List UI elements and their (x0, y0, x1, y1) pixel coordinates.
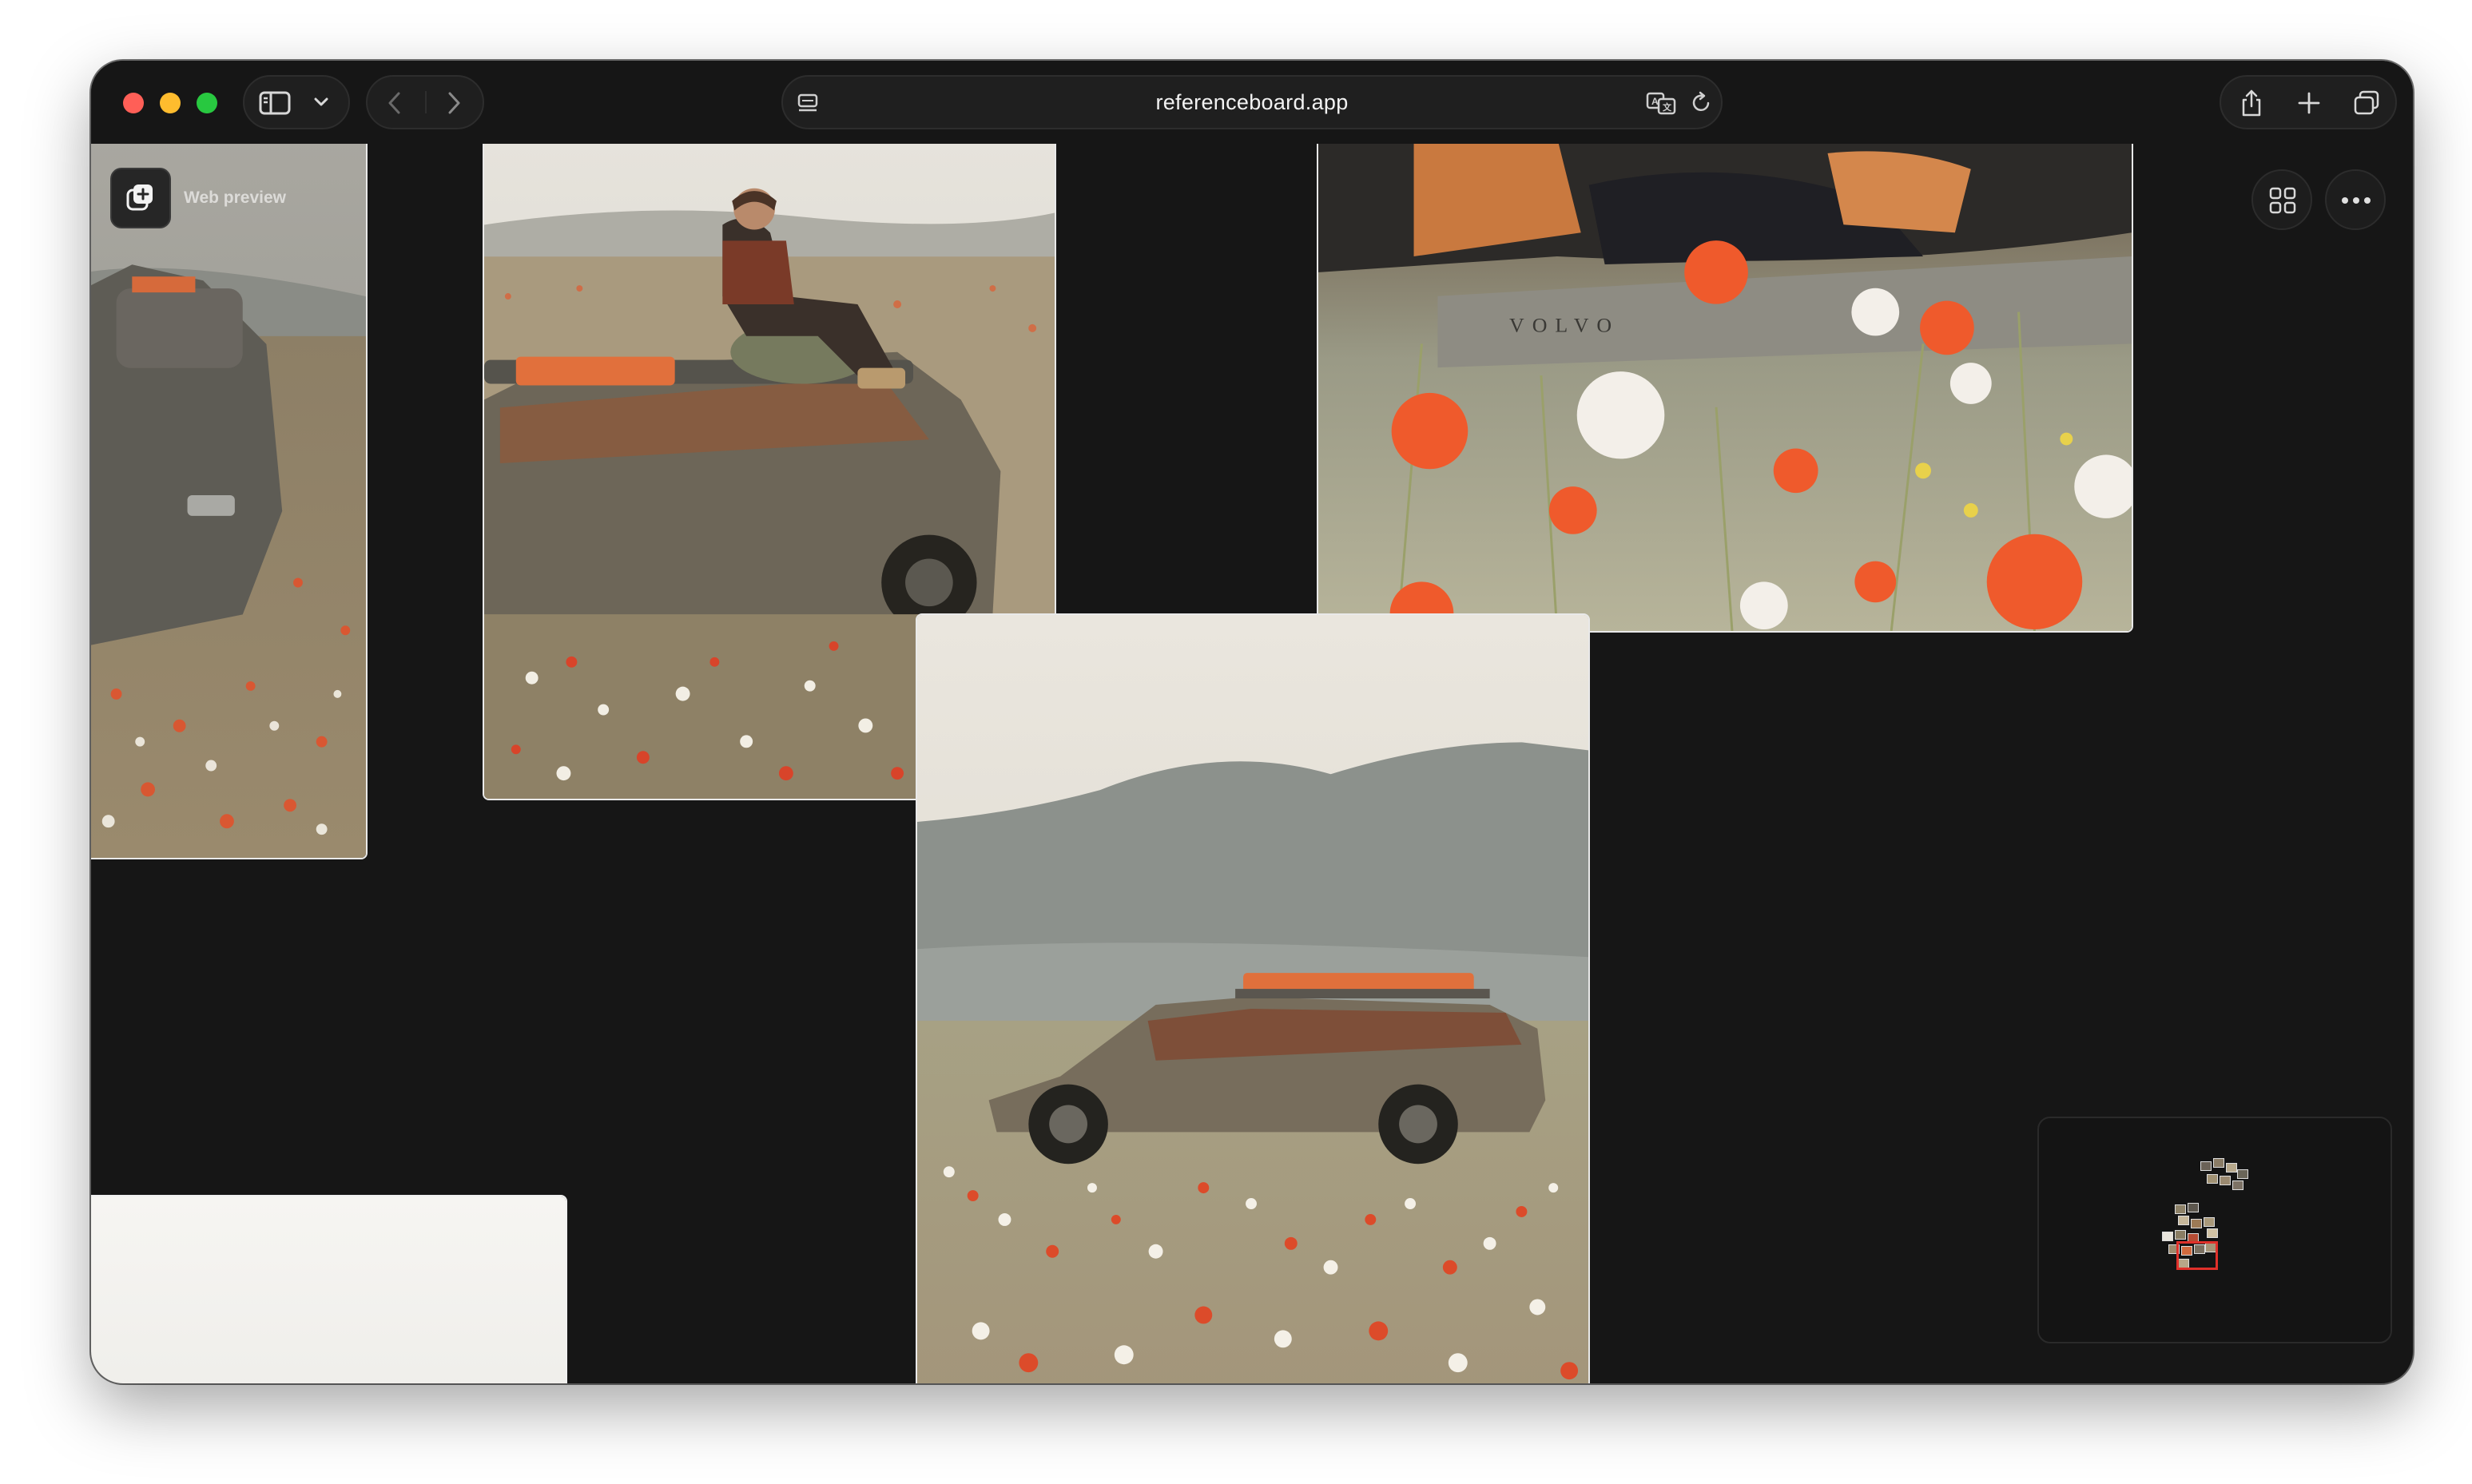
chevron-right-icon[interactable] (444, 91, 463, 115)
url-text: referenceboard.app (1155, 90, 1349, 114)
board-image-5[interactable] (91, 1195, 567, 1383)
board-image-3[interactable]: VOLVO (1317, 144, 2133, 633)
more-options-button[interactable] (2325, 169, 2386, 230)
minimap[interactable] (2037, 1117, 2392, 1343)
web-preview-badge[interactable]: Web preview (110, 168, 286, 228)
svg-text:A: A (1651, 96, 1659, 107)
board-image-1[interactable] (91, 144, 368, 859)
minimap-viewport[interactable] (2176, 1241, 2218, 1270)
reload-icon[interactable] (1691, 91, 1713, 115)
plus-icon[interactable] (2296, 90, 2322, 116)
translate-icon[interactable]: A 文 (1646, 91, 1676, 115)
board-image-4[interactable] (916, 613, 1590, 1383)
svg-text:VOLVO: VOLVO (1509, 313, 1620, 336)
tab-overview-icon[interactable] (2352, 89, 2381, 117)
minimize-window-button[interactable] (160, 93, 181, 113)
close-window-button[interactable] (123, 93, 144, 113)
minimap-icon (2159, 1158, 2271, 1294)
grid-view-button[interactable] (2251, 169, 2312, 230)
grid-icon (2269, 187, 2296, 214)
chevron-left-icon[interactable] (385, 91, 404, 115)
toolbar: referenceboard.app A 文 (91, 61, 2413, 144)
board-canvas[interactable]: VOLVO Web preview (91, 144, 2413, 1383)
window-actions-group (2220, 75, 2397, 129)
share-icon[interactable] (2239, 88, 2264, 118)
zoom-window-button[interactable] (197, 93, 217, 113)
navigation-group (366, 75, 484, 129)
sidebar-icon[interactable] (259, 91, 291, 115)
svg-text:文: 文 (1663, 101, 1672, 113)
sidebar-toggle-group (243, 75, 350, 129)
web-preview-icon[interactable] (110, 168, 171, 228)
chevron-down-icon[interactable] (313, 96, 329, 109)
address-bar[interactable]: referenceboard.app A 文 (781, 75, 1723, 129)
more-icon (2342, 197, 2371, 204)
browser-window: referenceboard.app A 文 VOLVO Web preview (91, 61, 2413, 1383)
web-preview-label: Web preview (184, 188, 286, 207)
